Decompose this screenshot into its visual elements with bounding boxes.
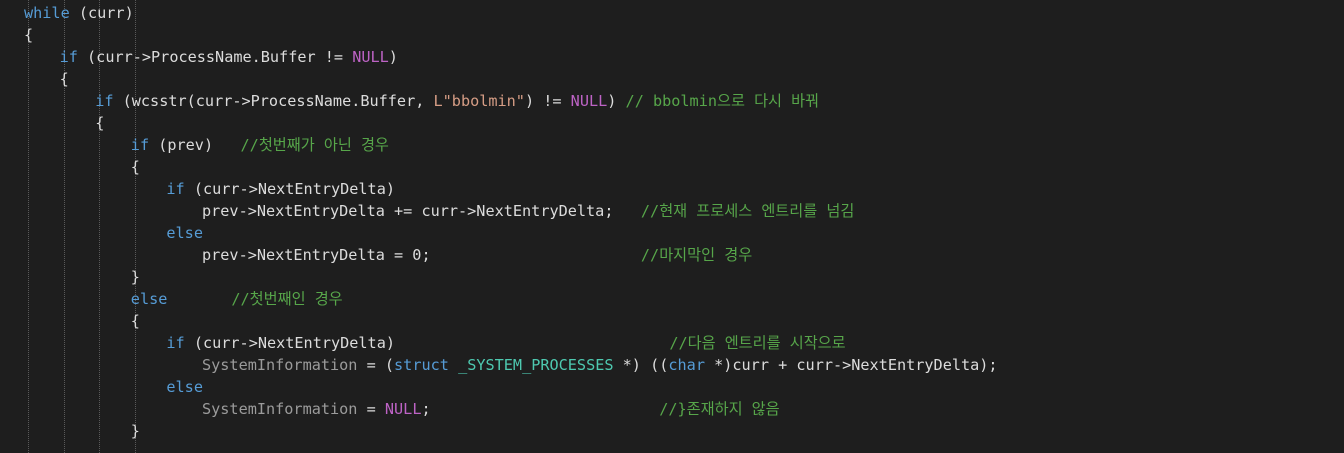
code-token: if: [166, 180, 185, 198]
code-token: ): [388, 48, 398, 66]
code-editor[interactable]: while (curr) { if (curr->ProcessName.Buffe…: [0, 0, 1344, 453]
code-line[interactable]: {: [24, 24, 33, 46]
code-token: (curr->NextEntryDelta): [184, 180, 395, 198]
code-token: _SYSTEM_PROCESSES: [458, 356, 614, 374]
code-token: char: [668, 356, 705, 374]
code-token: ;: [421, 400, 660, 418]
code-line[interactable]: if (prev) //첫번째가 아닌 경우: [131, 134, 389, 156]
code-token: else: [130, 290, 168, 308]
code-token: }: [130, 268, 140, 286]
code-token: NULL: [570, 92, 608, 110]
code-token: struct: [394, 356, 449, 374]
code-token: }: [130, 422, 140, 440]
code-line[interactable]: SystemInformation = NULL; //}존재하지 않음: [202, 398, 780, 420]
code-token: ) !=: [524, 92, 571, 110]
code-token: NULL: [384, 400, 422, 418]
code-token: L"bbolmin": [433, 92, 525, 110]
code-token: (curr->ProcessName.Buffer !=: [77, 48, 353, 66]
code-token: {: [130, 158, 140, 176]
code-token: *) ((: [613, 356, 669, 374]
code-token: if: [130, 136, 150, 154]
code-token: else: [166, 224, 203, 242]
code-token: // bbolmin으로 다시 바꿔: [625, 92, 820, 110]
code-token: SystemInformation: [202, 356, 358, 374]
code-line[interactable]: if (curr->NextEntryDelta): [166, 178, 395, 200]
code-token: if: [59, 48, 78, 66]
code-token: //첫번째가 아닌 경우: [240, 136, 389, 154]
code-token: else: [166, 378, 203, 396]
code-token: ): [607, 92, 626, 110]
indent-guide: [28, 0, 29, 453]
code-token: SystemInformation: [202, 400, 358, 418]
code-token: *)curr + curr->NextEntryDelta);: [704, 356, 998, 374]
code-line[interactable]: {: [131, 310, 140, 332]
code-line[interactable]: if (curr->NextEntryDelta) //다음 엔트리를 시작으로: [166, 332, 845, 354]
code-line[interactable]: prev->NextEntryDelta += curr->NextEntryD…: [202, 200, 854, 222]
code-token: (wcsstr(curr->ProcessName.Buffer,: [113, 92, 434, 110]
code-token: prev->NextEntryDelta += curr->NextEntryD…: [202, 202, 641, 220]
code-line[interactable]: {: [95, 112, 104, 134]
code-token: if: [95, 92, 114, 110]
code-token: //현재 프로세스 엔트리를 넘김: [640, 202, 855, 220]
code-line[interactable]: while (curr): [24, 2, 134, 24]
code-line[interactable]: prev->NextEntryDelta = 0; //마지막인 경우: [202, 244, 752, 266]
code-token: {: [59, 70, 69, 88]
code-token: if: [166, 334, 185, 352]
code-token: //다음 엔트리를 시작으로: [669, 334, 846, 352]
code-token: //첫번째인 경우: [231, 290, 343, 308]
code-token: {: [24, 26, 34, 44]
code-token: NULL: [352, 48, 389, 66]
code-line[interactable]: SystemInformation = (struct _SYSTEM_PROC…: [202, 354, 998, 376]
code-token: prev->NextEntryDelta = 0;: [202, 246, 641, 264]
code-token: {: [130, 312, 140, 330]
code-token: (prev): [149, 136, 241, 154]
code-token: while: [24, 4, 70, 22]
code-token: (curr->NextEntryDelta): [184, 334, 670, 352]
code-token: //}존재하지 않음: [659, 400, 780, 418]
code-line[interactable]: else: [166, 376, 203, 398]
code-line[interactable]: if (wcsstr(curr->ProcessName.Buffer, L"b…: [95, 90, 819, 112]
code-token: =: [357, 400, 385, 418]
code-line[interactable]: }: [131, 420, 140, 442]
code-line[interactable]: }: [131, 266, 140, 288]
code-line[interactable]: {: [131, 156, 140, 178]
code-token: //마지막인 경우: [640, 246, 753, 264]
code-token: (curr): [69, 4, 134, 22]
code-line[interactable]: else: [166, 222, 203, 244]
code-line[interactable]: if (curr->ProcessName.Buffer != NULL): [60, 46, 398, 68]
code-token: = (: [357, 356, 395, 374]
code-line[interactable]: {: [60, 68, 69, 90]
code-token: {: [95, 114, 105, 132]
code-line[interactable]: else //첫번째인 경우: [131, 288, 343, 310]
